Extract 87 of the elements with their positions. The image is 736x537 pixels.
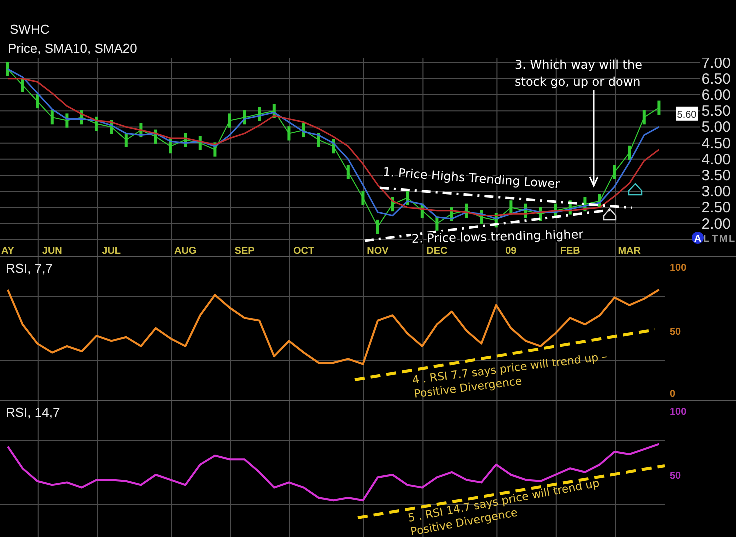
price-bar (272, 104, 276, 118)
price-bar (524, 204, 528, 218)
price-bar (494, 214, 498, 228)
price-bar (95, 116, 98, 132)
price-bar (376, 220, 380, 234)
price-bar (258, 107, 262, 122)
price-bar (21, 78, 24, 92)
price-bar (140, 123, 143, 138)
price-bar (184, 133, 188, 148)
month-label: AY (2, 246, 14, 256)
axis-label: 2.50 (702, 200, 731, 217)
month-label: NOV (367, 246, 389, 256)
axis-label: 100 (670, 263, 687, 274)
price-bar (568, 200, 572, 215)
price-bar (362, 190, 365, 206)
price-bar (288, 126, 291, 141)
annotation-text: 3. Which way will the stock go, up or down (515, 58, 642, 89)
price-bar (510, 200, 513, 215)
marker-icon (628, 183, 643, 196)
month-label: DEC (426, 246, 448, 256)
price-bar (613, 165, 616, 180)
price-bar (214, 142, 217, 157)
chart-title: Price, SMA10, SMA20 (8, 41, 138, 56)
price-bar (658, 100, 661, 115)
axis-label: 50 (670, 471, 682, 482)
axis-label: 2.00 (702, 216, 731, 233)
month-label: JUN (42, 246, 62, 256)
month-label: SEP (234, 246, 255, 256)
price-bar (6, 62, 10, 76)
month-label: MAR (618, 246, 641, 256)
annotation-text: 1. Price Highs Trending Lower (382, 165, 560, 192)
legend-button[interactable]: L (703, 234, 710, 245)
price-bar (332, 139, 336, 154)
month-label: FEB (560, 246, 580, 256)
price-bar (228, 114, 232, 128)
axis-label: 5.00 (702, 119, 731, 136)
price-bar (317, 133, 320, 148)
price-bar (598, 194, 602, 208)
price-bar (391, 197, 394, 212)
axis-label: 100 (670, 407, 687, 418)
price-bar (80, 110, 84, 125)
price-bar (554, 204, 558, 218)
axis-label: 6.50 (702, 70, 731, 88)
price-bar (50, 110, 54, 125)
price-bar (198, 136, 202, 150)
month-label: OCT (293, 246, 315, 256)
price-bar (628, 146, 632, 160)
price-bar (465, 204, 468, 218)
axis-label: 50 (670, 327, 682, 338)
axis-label: 0 (670, 389, 676, 400)
chart-title: RSI, 14,7 (6, 405, 60, 420)
annotation-text: 4 . RSI 7.7 says price will trend up – Positive Divergence (412, 350, 608, 400)
month-label: AUG (174, 246, 197, 256)
chart-title: RSI, 7,7 (6, 261, 53, 276)
axis-label: 4.50 (702, 135, 731, 152)
month-label: 09 (506, 246, 517, 256)
price-bar (450, 207, 454, 222)
axis-label: 4.00 (702, 151, 731, 168)
marker-icon (603, 208, 617, 221)
axis-label: 6.00 (702, 87, 731, 104)
price-bar (154, 130, 158, 144)
price-bar (539, 207, 542, 222)
legend-button[interactable]: A (692, 232, 704, 245)
price-bar (302, 123, 306, 138)
price-bar (36, 94, 40, 109)
price-bar (406, 190, 410, 206)
ticker-symbol: SWHC (9, 22, 51, 37)
axis-label: 3.00 (702, 184, 731, 201)
legend-button[interactable]: L (728, 234, 736, 245)
price-tag: 5.60 (676, 106, 698, 121)
price-bar (436, 216, 439, 231)
price-bar (110, 120, 114, 134)
legend-button[interactable]: M (719, 234, 728, 245)
price-bar (169, 139, 172, 154)
price-bar (243, 110, 246, 125)
price-bar (584, 197, 587, 212)
legend-button[interactable]: T (712, 234, 718, 245)
annotation-text: 5 . RSI 14.7 says price will trend up Positive Divergence (407, 476, 601, 537)
axis-label: 3.50 (702, 168, 731, 184)
price-bar (642, 110, 646, 125)
price-bar (420, 204, 424, 218)
price-bar (346, 165, 350, 180)
axis-label: 5.50 (702, 103, 731, 120)
month-label: JUL (102, 246, 122, 256)
price-bar (66, 114, 69, 128)
price-bar (480, 210, 484, 224)
price-bar (124, 133, 128, 148)
